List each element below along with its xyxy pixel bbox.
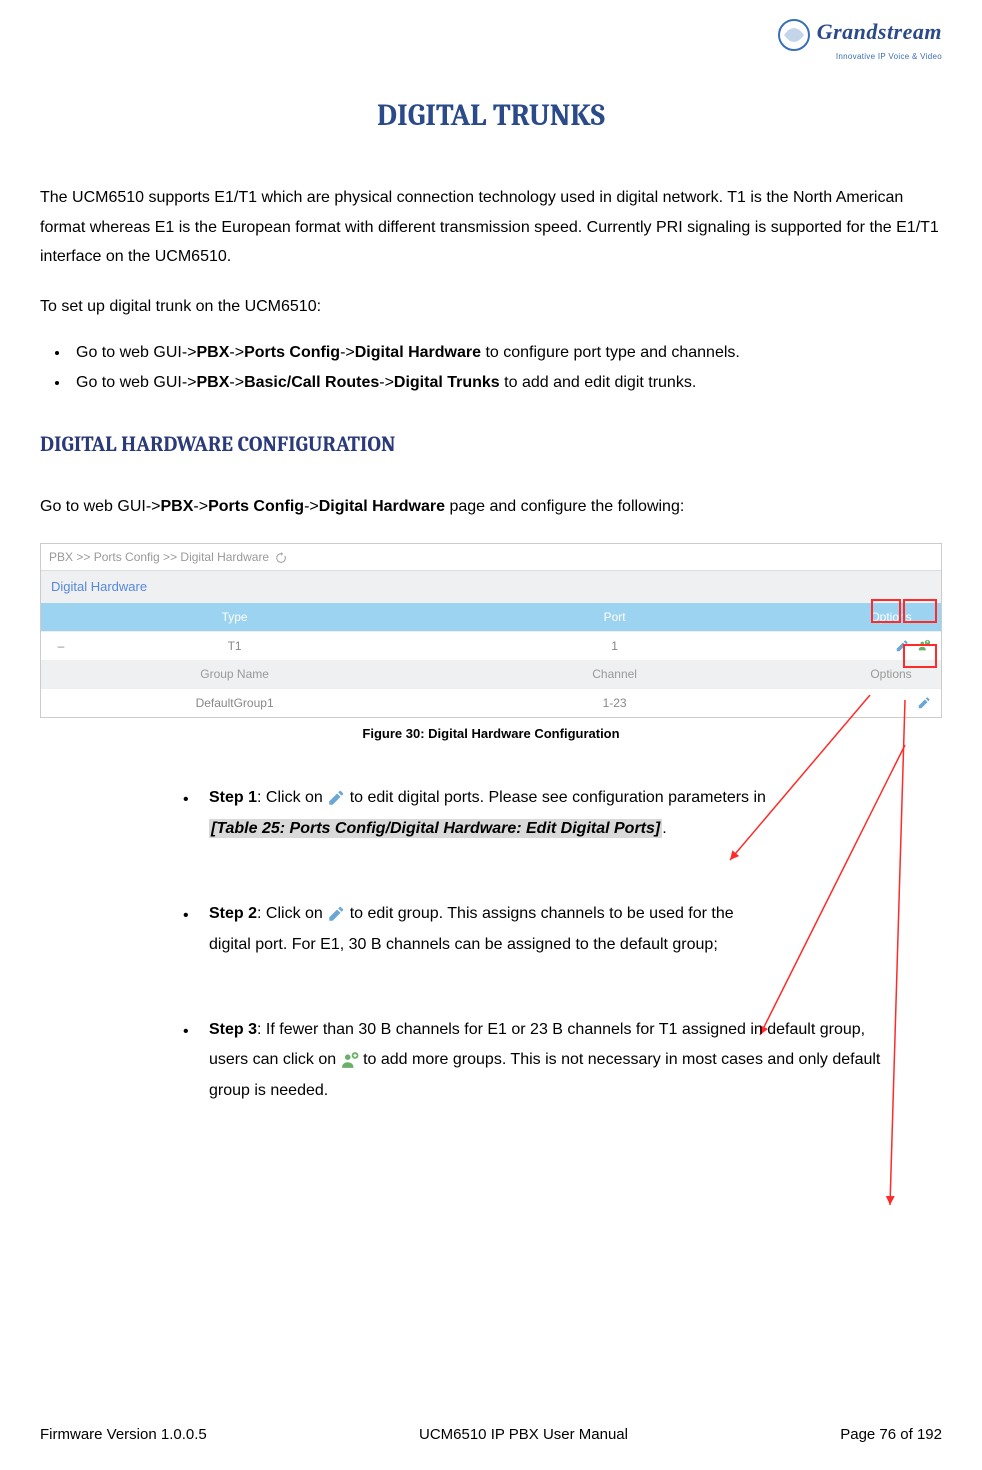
text: Go to web GUI->: [40, 498, 161, 515]
text: : Click on: [257, 789, 327, 806]
section-heading: DIGITAL HARDWARE CONFIGURATION: [40, 430, 942, 462]
cell-type: T1: [81, 632, 388, 660]
table-row: DefaultGroup1 1-23: [41, 688, 941, 717]
text: Digital Hardware: [319, 498, 445, 515]
steps-list: Step 1: Click on to edit digital ports. …: [175, 783, 882, 1106]
screenshot-breadcrumb: PBX >> Ports Config >> Digital Hardware: [41, 544, 941, 571]
text: Digital Hardware: [355, 344, 481, 361]
text: PBX: [197, 344, 230, 361]
cell-port: 1: [388, 632, 841, 660]
text: digital port. For E1, 30 B channels can …: [209, 936, 718, 953]
text: ->: [379, 374, 394, 391]
figure-caption: Figure 30: Digital Hardware Configuratio…: [40, 724, 942, 744]
collapse-toggle[interactable]: –: [41, 632, 81, 660]
text: Go to web GUI->: [76, 374, 197, 391]
cell-channel: 1-23: [388, 689, 841, 717]
text: : Click on: [257, 905, 327, 922]
header-expand: [41, 603, 81, 631]
table-row: – T1 1: [41, 631, 941, 660]
setup-intro: To set up digital trunk on the UCM6510:: [40, 292, 942, 322]
table-subheader-row: Group Name Channel Options: [41, 660, 941, 688]
text: PBX: [197, 374, 230, 391]
text: to edit group. This assigns channels to …: [350, 905, 734, 922]
header-type: Type: [81, 603, 388, 631]
intro-paragraph: The UCM6510 supports E1/T1 which are phy…: [40, 183, 942, 272]
text: Digital Trunks: [394, 374, 500, 391]
subheader-channel: Channel: [388, 660, 841, 688]
text: Ports Config: [244, 344, 340, 361]
refresh-icon[interactable]: [275, 551, 287, 563]
screenshot-section-bar: Digital Hardware: [41, 571, 941, 603]
breadcrumb-text: PBX >> Ports Config >> Digital Hardware: [49, 548, 269, 566]
setup-bullet-2: Go to web GUI->PBX->Basic/Call Routes->D…: [70, 371, 942, 395]
page-footer: Firmware Version 1.0.0.5 UCM6510 IP PBX …: [40, 1424, 942, 1447]
edit-group-icon[interactable]: [915, 694, 933, 712]
setup-bullet-1: Go to web GUI->PBX->Ports Config->Digita…: [70, 341, 942, 365]
pencil-icon: [327, 789, 345, 807]
add-person-icon: [341, 1051, 359, 1069]
text: to edit digital ports. Please see config…: [350, 789, 766, 806]
step-label: Step 3: [209, 1021, 257, 1038]
text: to configure port type and channels.: [481, 344, 740, 361]
text: Basic/Call Routes: [244, 374, 379, 391]
text: ->: [229, 374, 244, 391]
brand-logo: Grandstream Innovative IP Voice & Video: [776, 15, 942, 63]
step-label: Step 2: [209, 905, 257, 922]
text: Go to web GUI->: [76, 344, 197, 361]
header-options: Options: [841, 603, 941, 631]
table-reference-link[interactable]: [Table 25: Ports Config/Digital Hardware…: [209, 819, 662, 838]
footer-page: Page 76 of 192: [840, 1424, 942, 1447]
text: PBX: [161, 498, 194, 515]
text: page and configure the following:: [445, 498, 684, 515]
text: ->: [340, 344, 355, 361]
subheader-options: Options: [841, 660, 941, 688]
text: Ports Config: [208, 498, 304, 515]
cell-options: [841, 632, 941, 660]
cell-group-name: DefaultGroup1: [81, 689, 388, 717]
text: ->: [229, 344, 244, 361]
step-label: Step 1: [209, 789, 257, 806]
section-intro: Go to web GUI->PBX->Ports Config->Digita…: [40, 492, 942, 522]
text: .: [662, 820, 666, 837]
text: ->: [193, 498, 208, 515]
edit-port-icon[interactable]: [893, 637, 911, 655]
header-port: Port: [388, 603, 841, 631]
step-1: Step 1: Click on to edit digital ports. …: [175, 783, 882, 844]
text: ->: [304, 498, 319, 515]
subheader-group: Group Name: [81, 660, 388, 688]
table-header-row: Type Port Options: [41, 603, 941, 631]
step-3: Step 3: If fewer than 30 B channels for …: [175, 1015, 882, 1106]
text: to add and edit digit trunks.: [500, 374, 697, 391]
step-2: Step 2: Click on to edit group. This ass…: [175, 899, 882, 960]
pencil-icon: [327, 905, 345, 923]
setup-bullet-list: Go to web GUI->PBX->Ports Config->Digita…: [70, 341, 942, 395]
footer-title: UCM6510 IP PBX User Manual: [419, 1424, 628, 1447]
brand-name: Grandstream: [817, 19, 942, 44]
add-group-icon[interactable]: [915, 637, 933, 655]
callout-arrow-3: [880, 700, 940, 1220]
page-title: DIGITAL TRUNKS: [40, 93, 942, 138]
screenshot-digital-hardware: PBX >> Ports Config >> Digital Hardware …: [40, 543, 942, 718]
cell-options: [841, 689, 941, 717]
footer-firmware: Firmware Version 1.0.0.5: [40, 1424, 207, 1447]
